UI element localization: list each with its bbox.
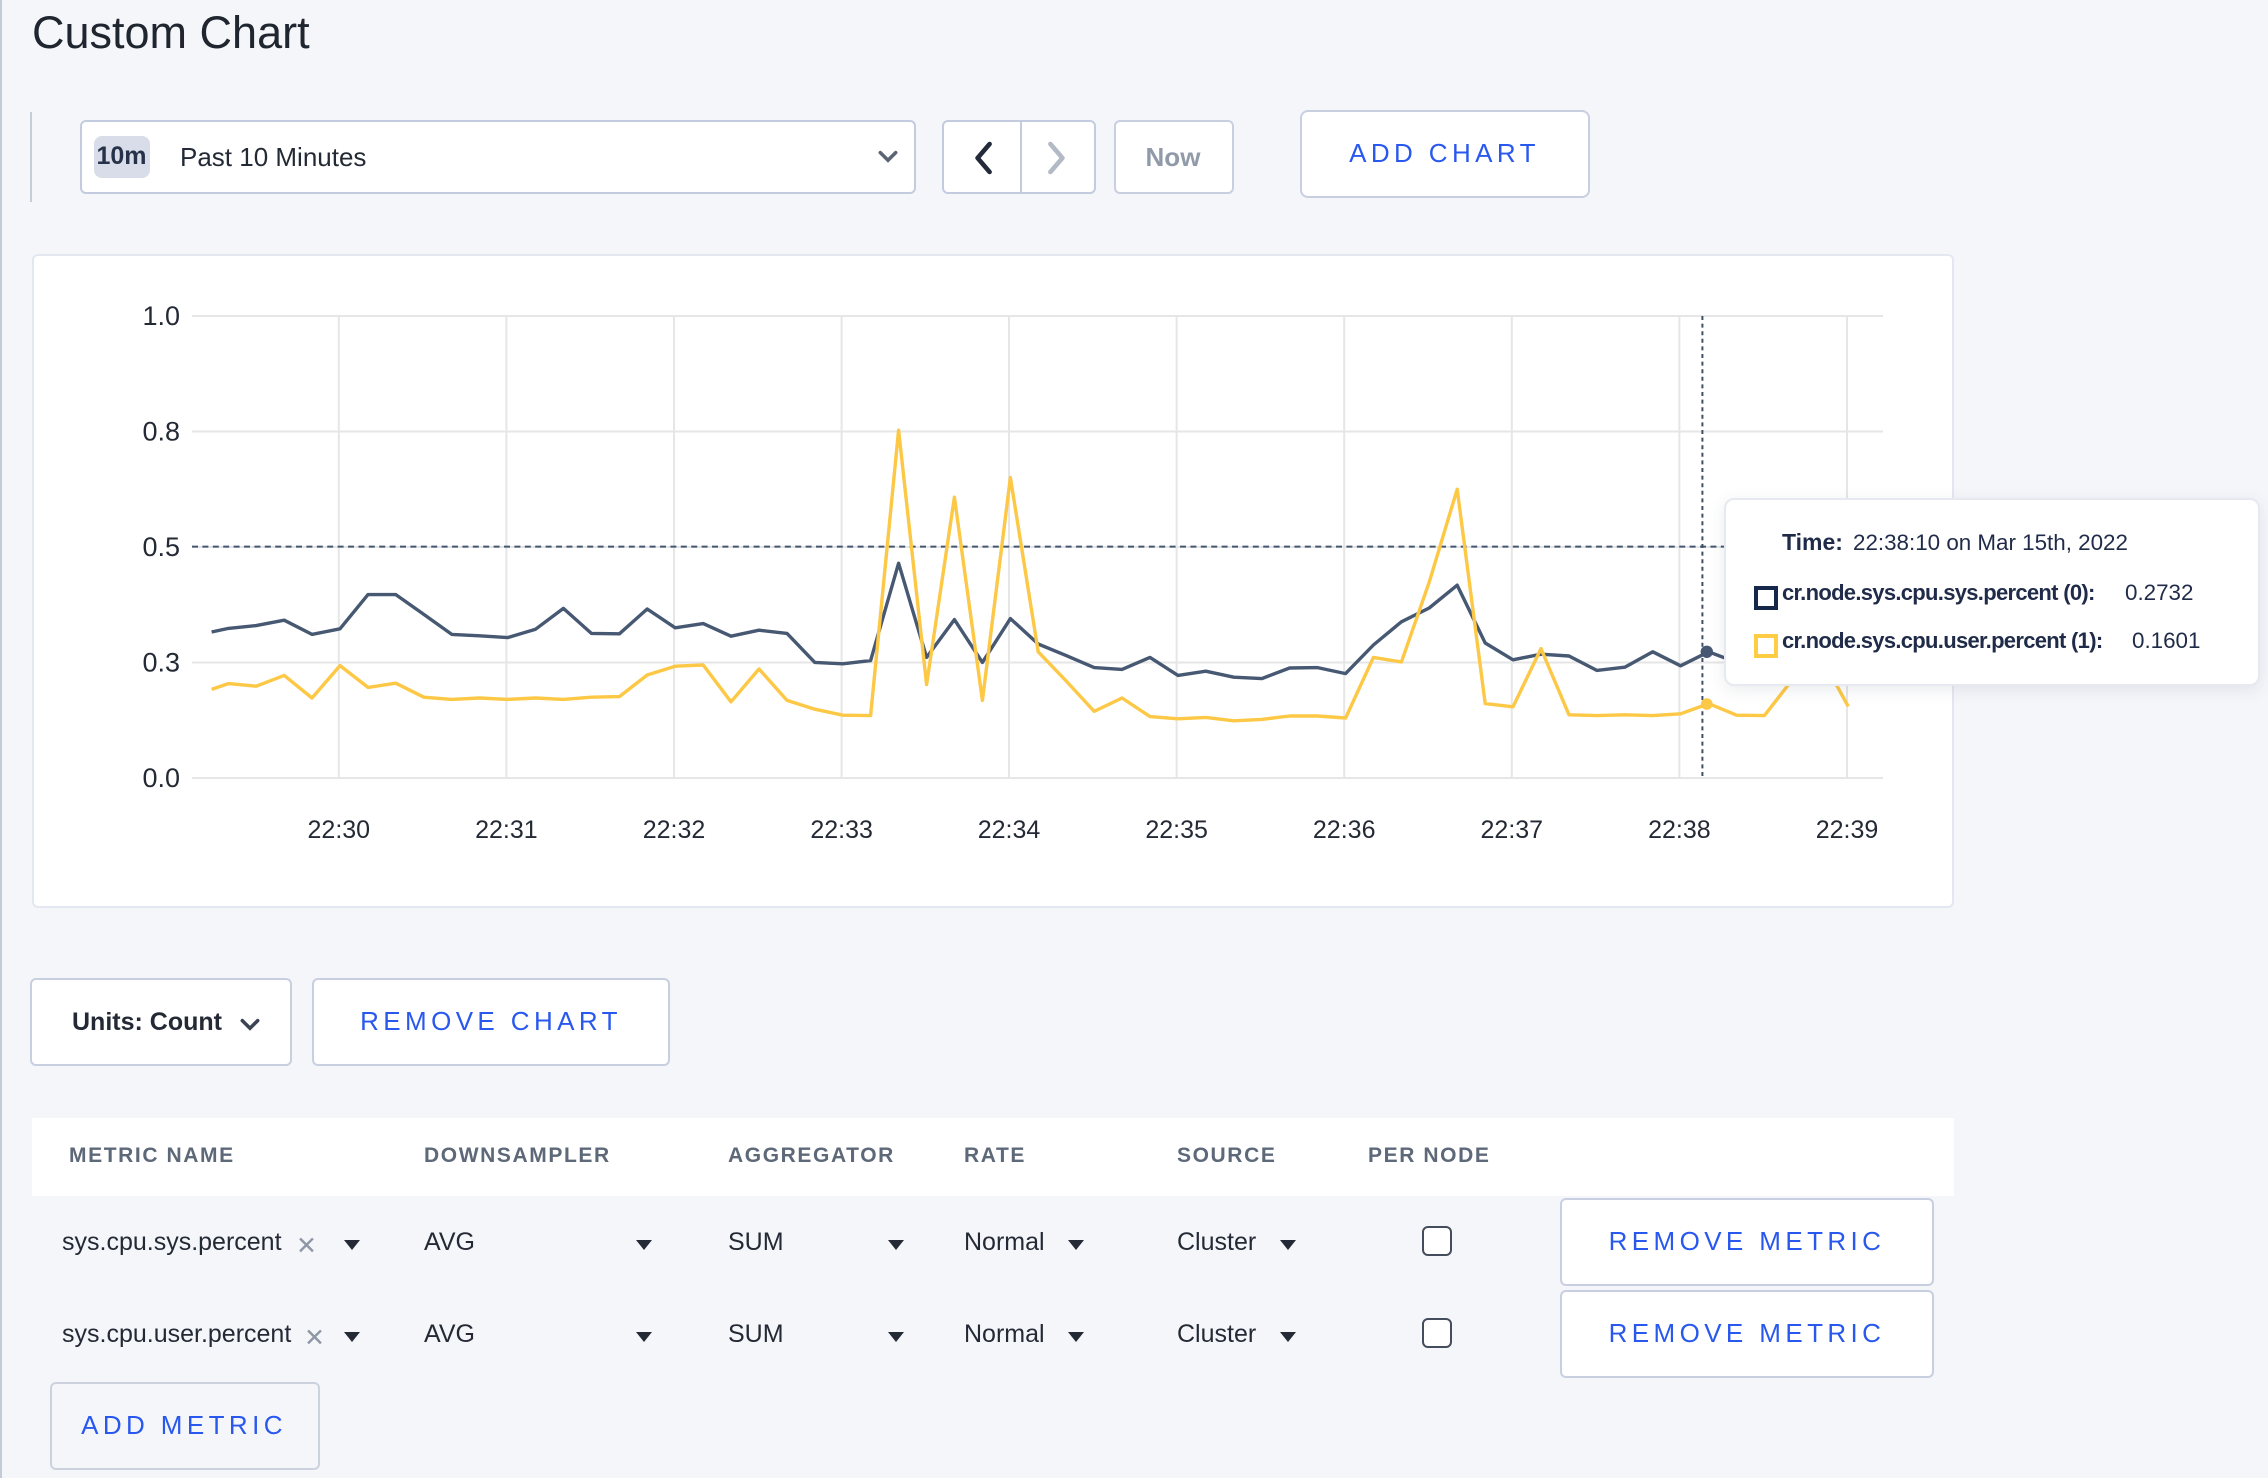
svg-text:0.5: 0.5 — [142, 531, 180, 561]
svg-text:22:30: 22:30 — [308, 815, 371, 843]
svg-text:22:38: 22:38 — [1648, 815, 1711, 843]
svg-text:0.8: 0.8 — [142, 416, 180, 446]
svg-text:22:34: 22:34 — [978, 815, 1041, 843]
svg-text:0.0: 0.0 — [142, 762, 180, 792]
svg-text:22:36: 22:36 — [1313, 815, 1376, 843]
svg-text:22:35: 22:35 — [1145, 815, 1208, 843]
svg-text:22:39: 22:39 — [1816, 815, 1879, 843]
svg-text:22:37: 22:37 — [1481, 815, 1544, 843]
svg-text:0.3: 0.3 — [142, 647, 180, 677]
svg-text:1.0: 1.0 — [142, 300, 180, 330]
svg-text:22:32: 22:32 — [643, 815, 706, 843]
svg-text:22:33: 22:33 — [810, 815, 873, 843]
svg-text:22:31: 22:31 — [475, 815, 538, 843]
